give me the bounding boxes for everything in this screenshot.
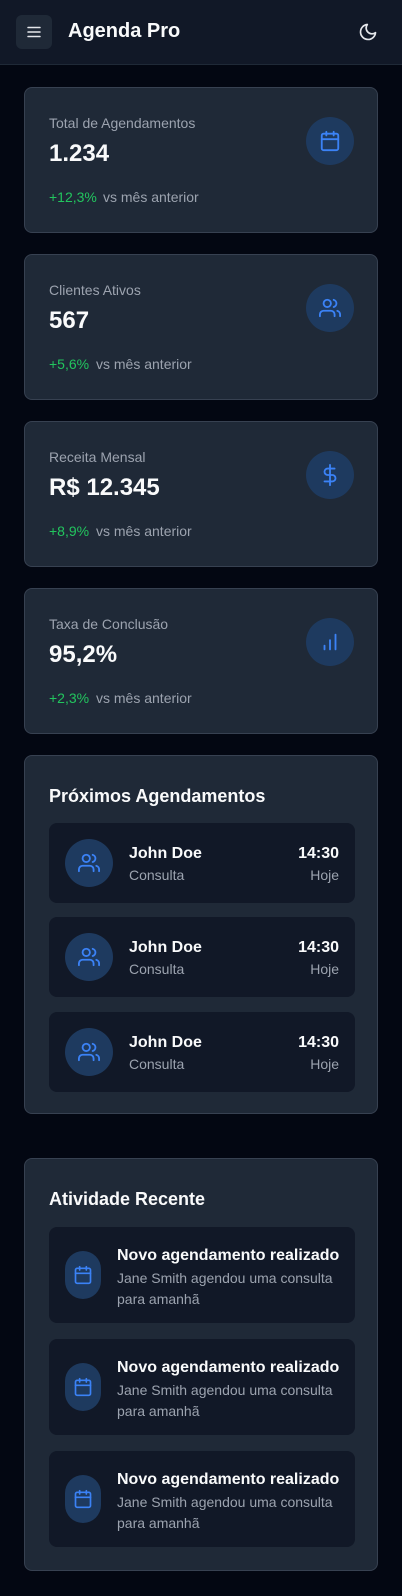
- stat-change: +12,3%: [49, 189, 97, 205]
- stat-card-total-appointments: Total de Agendamentos 1.234 +12,3% vs mê…: [24, 87, 378, 233]
- activity-item[interactable]: Novo agendamento realizado Jane Smith ag…: [49, 1339, 355, 1435]
- stat-card-active-clients: Clientes Ativos 567 +5,6% vs mês anterio…: [24, 254, 378, 400]
- activity-description: Jane Smith agendou uma consulta para ama…: [117, 1494, 333, 1531]
- stat-compare: vs mês anterior: [96, 356, 192, 372]
- calendar-icon: [306, 117, 354, 165]
- calendar-icon: [65, 1363, 101, 1411]
- stat-label: Taxa de Conclusão: [49, 616, 169, 632]
- calendar-icon: [65, 1475, 101, 1523]
- stat-change: +8,9%: [49, 523, 90, 539]
- stat-compare: vs mês anterior: [96, 690, 192, 706]
- activity-description: Jane Smith agendou uma consulta para ama…: [117, 1382, 333, 1419]
- stat-label: Clientes Ativos: [49, 282, 141, 298]
- appointment-day: Hoje: [310, 1056, 339, 1072]
- stat-compare: vs mês anterior: [96, 523, 192, 539]
- stat-compare: vs mês anterior: [103, 189, 199, 205]
- activity-item[interactable]: Novo agendamento realizado Jane Smith ag…: [49, 1451, 355, 1547]
- dollar-icon: [306, 451, 354, 499]
- calendar-icon: [65, 1251, 101, 1299]
- stat-label: Total de Agendamentos: [49, 115, 196, 131]
- users-icon: [65, 1028, 113, 1076]
- appointment-type: Consulta: [129, 961, 185, 977]
- activity-title: Novo agendamento realizado: [117, 1471, 340, 1488]
- users-icon: [306, 284, 354, 332]
- stat-value: 567: [49, 307, 90, 334]
- bar-chart-icon: [306, 618, 354, 666]
- theme-toggle-button[interactable]: [356, 20, 380, 44]
- appointment-day: Hoje: [310, 867, 339, 883]
- stat-label: Receita Mensal: [49, 449, 146, 465]
- stat-card-completion-rate: Taxa de Conclusão 95,2% +2,3% vs mês ant…: [24, 588, 378, 734]
- users-icon: [65, 839, 113, 887]
- top-bar: Agenda Pro: [0, 0, 402, 65]
- recent-activity-card: Atividade Recente Novo agendamento reali…: [24, 1158, 378, 1571]
- appointment-item[interactable]: John Doe Consulta 14:30 Hoje: [49, 823, 355, 903]
- stat-value: R$ 12.345: [49, 474, 160, 501]
- app-title: Agenda Pro: [68, 20, 181, 42]
- stat-value: 95,2%: [49, 641, 118, 668]
- stat-value: 1.234: [49, 140, 110, 167]
- menu-button[interactable]: [16, 15, 52, 49]
- section-title: Atividade Recente: [49, 1189, 206, 1209]
- activity-title: Novo agendamento realizado: [117, 1359, 340, 1376]
- appointment-item[interactable]: John Doe Consulta 14:30 Hoje: [49, 1012, 355, 1092]
- activity-title: Novo agendamento realizado: [117, 1247, 340, 1264]
- moon-icon: [358, 22, 378, 42]
- stat-change: +2,3%: [49, 690, 90, 706]
- appointment-client-name: John Doe: [129, 845, 202, 862]
- appointment-type: Consulta: [129, 867, 185, 883]
- upcoming-appointments-card: Próximos Agendamentos John Doe Consulta …: [24, 755, 378, 1114]
- appointment-time: 14:30: [298, 1034, 339, 1051]
- users-icon: [65, 933, 113, 981]
- appointment-time: 14:30: [298, 845, 339, 862]
- appointment-client-name: John Doe: [129, 939, 202, 956]
- stat-change: +5,6%: [49, 356, 90, 372]
- appointment-time: 14:30: [298, 939, 339, 956]
- appointment-client-name: John Doe: [129, 1034, 202, 1051]
- section-title: Próximos Agendamentos: [49, 786, 266, 806]
- activity-description: Jane Smith agendou uma consulta para ama…: [117, 1270, 333, 1307]
- appointment-item[interactable]: John Doe Consulta 14:30 Hoje: [49, 917, 355, 997]
- activity-item[interactable]: Novo agendamento realizado Jane Smith ag…: [49, 1227, 355, 1323]
- appointment-type: Consulta: [129, 1056, 185, 1072]
- menu-icon: [25, 23, 43, 41]
- appointment-day: Hoje: [310, 961, 339, 977]
- stat-card-monthly-revenue: Receita Mensal R$ 12.345 +8,9% vs mês an…: [24, 421, 378, 567]
